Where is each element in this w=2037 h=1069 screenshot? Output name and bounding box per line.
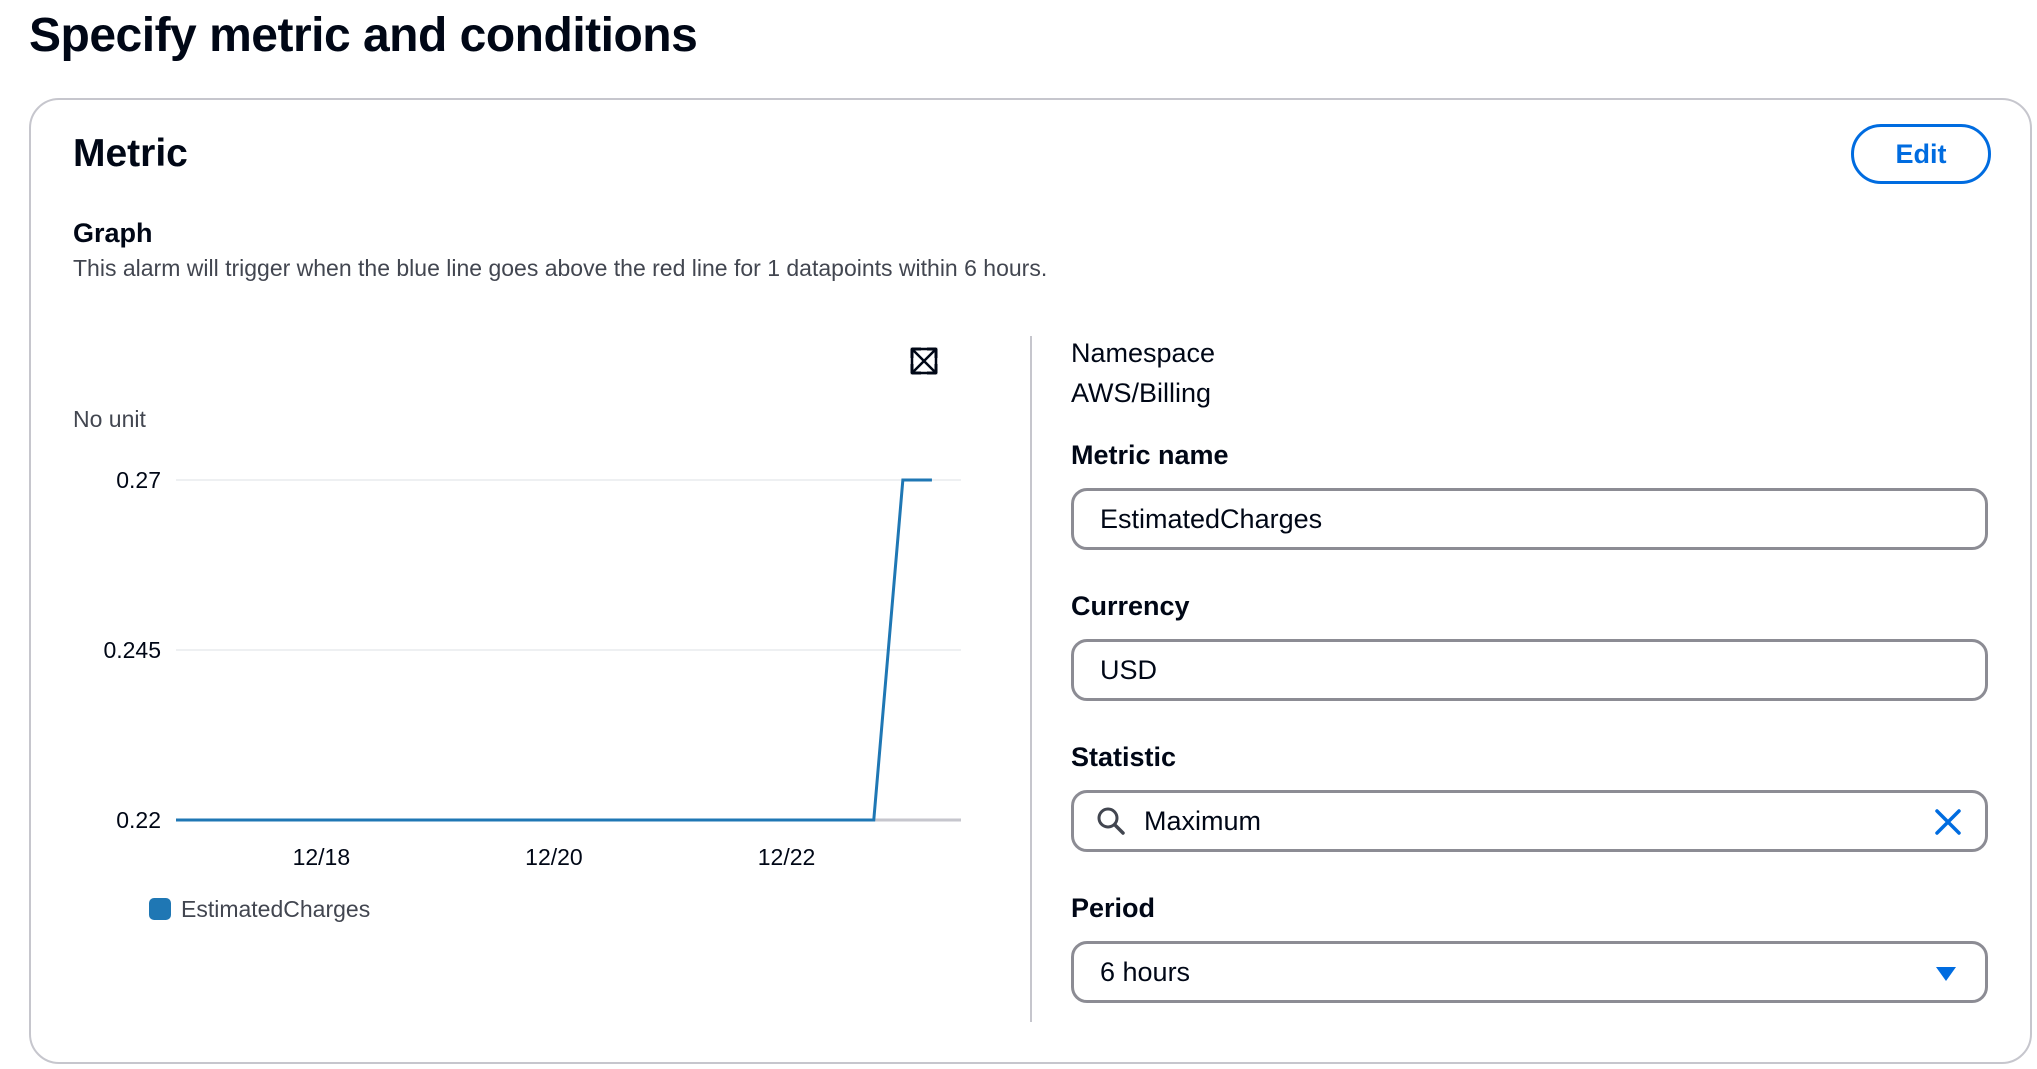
metric-chart: No unit 0.27 0.245 0.22 12/18 12/20 12/22 Es… xyxy=(73,406,961,922)
page-title: Specify metric and conditions xyxy=(29,9,698,62)
metric-name-label: Metric name xyxy=(1071,440,1229,470)
period-select[interactable]: 6 hours xyxy=(1071,941,1988,1003)
x-tick-label: 12/22 xyxy=(758,844,816,870)
legend-swatch xyxy=(149,898,171,920)
period-value: 6 hours xyxy=(1100,956,1191,987)
caret-down-icon xyxy=(1936,967,1956,981)
currency-field[interactable]: USD xyxy=(1071,639,1988,701)
namespace-value: AWS/Billing xyxy=(1071,378,1212,408)
statistic-value: Maximum xyxy=(1144,805,1262,836)
metric-name-value: EstimatedCharges xyxy=(1100,503,1323,534)
x-tick-label: 12/18 xyxy=(293,844,351,870)
metric-name-field[interactable]: EstimatedCharges xyxy=(1071,488,1988,550)
currency-value: USD xyxy=(1100,654,1158,685)
close-icon[interactable] xyxy=(1933,807,1963,837)
namespace-label: Namespace xyxy=(1071,338,1216,368)
statistic-label: Statistic xyxy=(1071,742,1177,772)
currency-label: Currency xyxy=(1071,591,1190,621)
legend-label: EstimatedCharges xyxy=(181,896,370,922)
graph-description: This alarm will trigger when the blue li… xyxy=(73,255,1048,281)
graph-heading: Graph xyxy=(73,218,153,248)
y-axis-label: No unit xyxy=(73,406,146,432)
metric-panel: Metric Edit Graph This alarm will trigge… xyxy=(29,98,2032,1064)
y-tick-label: 0.27 xyxy=(116,467,161,493)
section-divider xyxy=(1030,336,1032,1022)
edit-button[interactable]: Edit xyxy=(1851,124,1991,184)
y-tick-label: 0.245 xyxy=(103,637,161,663)
panel-title: Metric xyxy=(73,132,188,175)
expand-icon[interactable] xyxy=(909,346,939,376)
search-icon xyxy=(1097,807,1125,835)
statistic-input[interactable]: Maximum xyxy=(1071,790,1988,852)
period-label: Period xyxy=(1071,893,1156,923)
y-tick-label: 0.22 xyxy=(116,807,161,833)
x-tick-label: 12/20 xyxy=(525,844,583,870)
